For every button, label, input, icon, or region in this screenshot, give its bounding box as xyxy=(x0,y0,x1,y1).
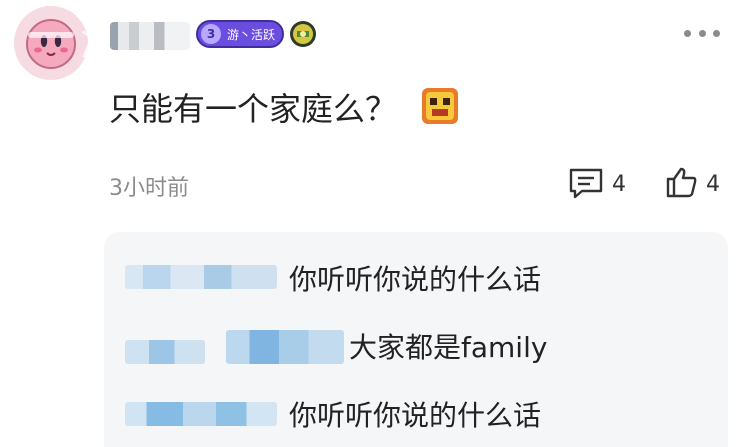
kirby-avatar-icon xyxy=(14,6,88,80)
reply-author-blurred[interactable] xyxy=(125,265,277,289)
shocked-face-emoji-icon xyxy=(422,88,458,124)
comment-count[interactable]: 4 xyxy=(612,172,626,197)
reply-author-blurred[interactable] xyxy=(125,340,205,364)
medal-icon xyxy=(290,21,316,47)
avatar[interactable] xyxy=(14,6,88,80)
reply-text: 你听听你说的什么话 xyxy=(289,399,542,432)
level-number: 3 xyxy=(201,24,221,44)
username-blurred[interactable] xyxy=(110,22,190,50)
post-text: 只能有一个家庭么？ xyxy=(109,90,398,128)
level-badge: 3 游丶活跃 xyxy=(196,20,284,48)
reply-text: 大家都是family xyxy=(349,331,548,364)
post-timestamp: 3小时前 xyxy=(109,176,189,201)
reply-text: 你听听你说的什么话 xyxy=(289,263,542,296)
reply-author-blurred[interactable] xyxy=(125,402,277,426)
like-count[interactable]: 4 xyxy=(706,172,720,197)
thumbs-up-icon[interactable] xyxy=(664,165,698,199)
more-options-icon[interactable] xyxy=(684,30,720,40)
level-label: 游丶活跃 xyxy=(227,27,276,42)
reply-target-blurred[interactable] xyxy=(226,330,344,364)
comment-icon[interactable] xyxy=(568,167,604,199)
